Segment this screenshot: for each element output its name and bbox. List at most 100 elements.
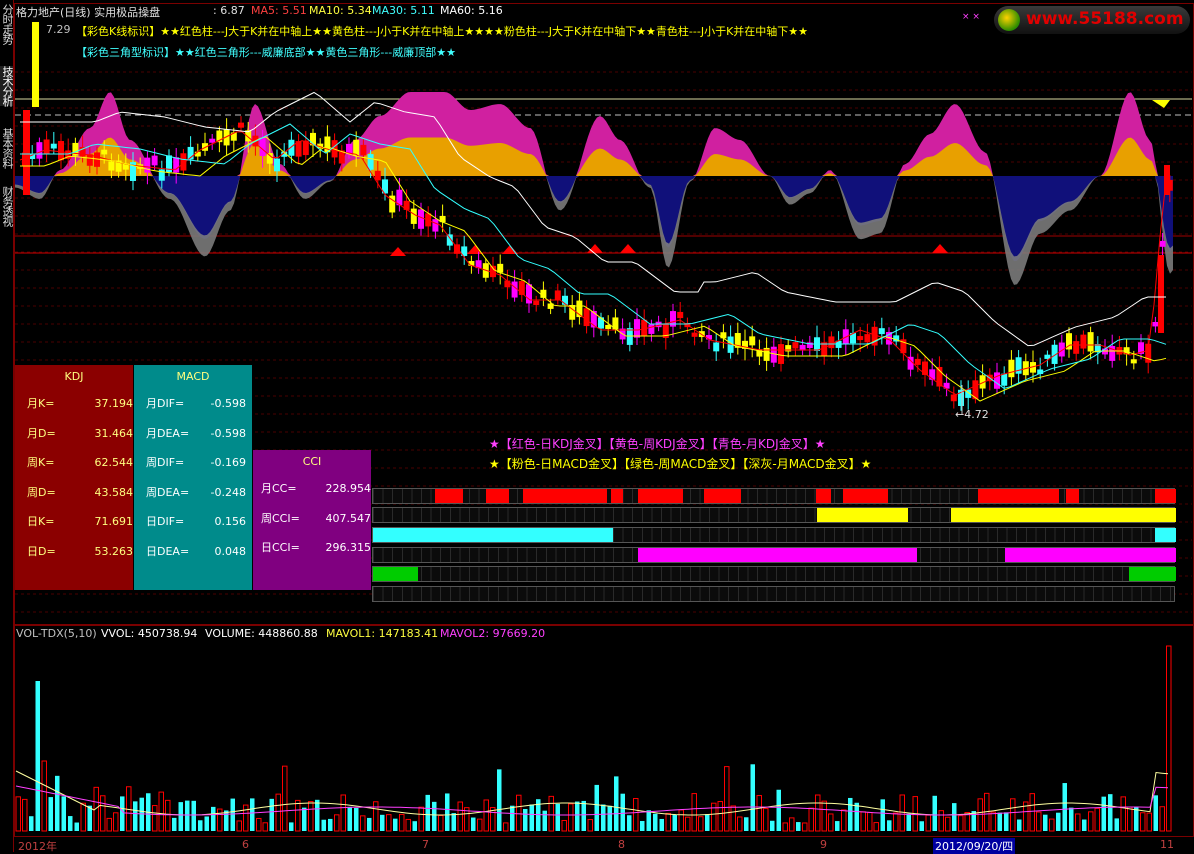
volume-bar: [750, 764, 755, 831]
candle: [1073, 341, 1080, 354]
volume-bar: [1049, 818, 1055, 832]
volume-bar: [724, 766, 730, 832]
signal-segment: [486, 489, 509, 503]
candle: [691, 332, 698, 337]
volume-bar: [581, 800, 586, 831]
volume-bar: [1056, 812, 1061, 831]
volume-bar: [483, 799, 489, 832]
macd-row: 日DIF= 0.156: [146, 515, 246, 528]
volume-bar: [952, 803, 957, 831]
volume-bar: [763, 808, 769, 832]
kdj-row: 周D= 43.584: [27, 485, 133, 499]
volume-bar: [1036, 811, 1042, 832]
volume-bar: [529, 804, 534, 831]
candle: [677, 311, 684, 319]
volume-bar: [113, 812, 119, 832]
volume-bar: [958, 815, 964, 832]
low-price-label: ←4.72: [955, 408, 989, 421]
kdj-row: 周K= 62.544: [27, 456, 133, 469]
volume-bar: [510, 805, 515, 831]
candle: [50, 143, 57, 149]
volume-bar: [204, 816, 209, 831]
candle: [749, 336, 756, 346]
volume-bar: [373, 801, 379, 832]
candle: [23, 110, 30, 195]
candle: [792, 342, 799, 349]
candle: [950, 394, 957, 402]
date-axis: 2012年 6 7 8 9 2012/09/20/四 11: [14, 836, 1194, 854]
strip-kdj-month: [372, 527, 1176, 543]
volume-bar: [230, 798, 235, 831]
volume-bar: [1017, 819, 1022, 831]
volume-bar: [457, 801, 463, 832]
volume-bar: [178, 802, 183, 831]
strip-kdj-week: [372, 507, 1176, 523]
signal-segment: [1129, 567, 1176, 581]
signal-segment: [638, 548, 917, 562]
volume-bar: [1159, 806, 1165, 832]
volume-bar: [561, 819, 567, 832]
volume-bar: [867, 812, 873, 832]
volume-bar: [1075, 813, 1081, 832]
candle: [922, 361, 928, 375]
candle: [634, 319, 640, 338]
volume-bar: [152, 805, 158, 832]
volume-bar: [386, 814, 392, 832]
volume-bar: [705, 814, 710, 831]
volume-bar: [412, 821, 417, 831]
volume-bar: [418, 806, 424, 832]
volume-bar: [789, 817, 795, 832]
volume-bar: [1120, 796, 1126, 832]
candle: [374, 170, 381, 181]
candle: [1159, 240, 1166, 247]
volume-bar: [438, 815, 444, 832]
volume-bar: [1010, 798, 1016, 832]
signal-segment: [1155, 528, 1176, 542]
volume-bar: [808, 807, 814, 832]
candle: [288, 139, 295, 156]
axis-label: 6: [242, 838, 249, 851]
volume-bar: [217, 808, 223, 832]
volume-bar: [854, 802, 859, 831]
signal-segment: [1066, 489, 1079, 503]
mavol2-label: MAVOL2: 97669.20: [440, 627, 546, 640]
volume-bar: [262, 822, 268, 832]
volume-bar: [308, 801, 314, 832]
volume-bar: [575, 801, 580, 831]
volume-bar: [1069, 807, 1074, 831]
kdj-row: 日K= 71.691: [27, 515, 133, 528]
candle: [1152, 321, 1159, 327]
volume-bar: [321, 819, 326, 831]
volume-bar: [1043, 814, 1048, 831]
candle: [648, 324, 655, 334]
volume-bar: [1101, 796, 1106, 831]
volume-bar: [41, 760, 47, 832]
candle: [101, 149, 108, 155]
volume-bar: [542, 810, 547, 831]
candle: [144, 157, 151, 173]
signal-segment: [373, 528, 613, 542]
candle: [785, 345, 792, 352]
candle: [554, 290, 561, 300]
volume-bar: [698, 816, 704, 832]
kdj-title: KDJ: [64, 370, 84, 383]
vol-indicator-name[interactable]: VOL-TDX(5,10): [16, 627, 97, 640]
volume-bar: [782, 822, 788, 832]
macd-row: 周DIF= -0.169: [146, 456, 246, 469]
candle: [1087, 332, 1094, 352]
volume-bar: [1140, 812, 1146, 832]
volume-bar: [796, 822, 801, 831]
vvol-label: VVOL: 450738.94: [101, 627, 198, 640]
volume-bar: [334, 814, 340, 832]
volume-bar: [315, 799, 320, 831]
volume-bar: [756, 795, 762, 832]
volume-bar: [614, 776, 619, 831]
volume-bar: [1153, 795, 1158, 831]
volume-bar: [198, 820, 203, 831]
volume-bar: [380, 814, 385, 831]
signal-segment: [373, 567, 418, 581]
volume-bar: [15, 796, 21, 832]
volume-bar: [1127, 806, 1133, 832]
candle: [353, 139, 360, 156]
signal-segment: [817, 508, 908, 522]
